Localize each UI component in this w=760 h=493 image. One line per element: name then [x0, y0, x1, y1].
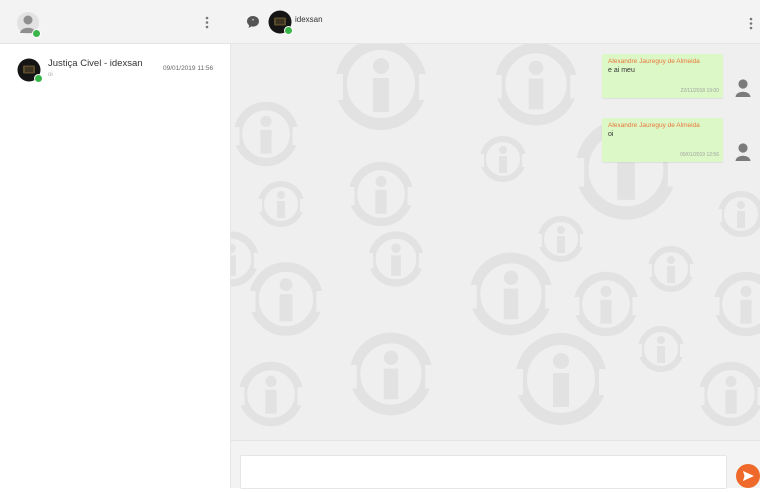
message-author: Alexandre Jaureguy de Almeida	[608, 58, 700, 65]
kebab-vertical-icon	[205, 16, 209, 29]
send-button[interactable]	[736, 464, 760, 488]
conversation-name: Justiça Civel - idexsan	[48, 58, 143, 69]
message-composer	[231, 440, 760, 489]
message-author: Alexandre Jaureguy de Almeida	[608, 122, 700, 129]
conversation-item[interactable]: Justiça Civel - idexsan oi 09/01/2019 11…	[0, 48, 231, 90]
sidebar-header	[0, 0, 231, 44]
online-status-icon	[284, 26, 293, 35]
conversation-sidebar: Justiça Civel - idexsan oi 09/01/2019 11…	[0, 0, 231, 488]
person-silhouette-icon	[735, 79, 751, 97]
message-text: oi	[608, 131, 614, 138]
chat-contact-avatar[interactable]	[268, 10, 293, 35]
kebab-vertical-icon	[749, 17, 753, 30]
message-timestamp: 09/01/2019 12:56	[680, 152, 719, 158]
conversation-timestamp: 09/01/2019 11:56	[163, 65, 214, 72]
chat-panel: " idexsan Alexandre Jaureguy de Almeida …	[231, 0, 760, 489]
person-silhouette-icon	[735, 143, 751, 161]
conversation-last-message: oi	[48, 72, 53, 78]
user-avatar[interactable]	[16, 11, 41, 38]
online-status-icon	[32, 29, 41, 38]
svg-text:": "	[252, 19, 254, 25]
online-status-icon	[34, 74, 43, 83]
message-bubble[interactable]: Alexandre Jaureguy de Almeida e ai meu 2…	[602, 54, 723, 98]
chat-header: " idexsan	[231, 0, 760, 44]
chat-title: idexsan	[295, 15, 323, 24]
conversation-avatar	[17, 58, 43, 83]
chat-bubble-icon[interactable]: "	[246, 15, 260, 34]
message-timestamp: 22/11/2018 19:00	[680, 88, 719, 94]
chat-menu-button[interactable]	[749, 17, 753, 32]
message-text: e ai meu	[608, 67, 635, 74]
send-arrow-icon	[743, 471, 754, 481]
sidebar-menu-button[interactable]	[205, 16, 209, 31]
message-area[interactable]: Alexandre Jaureguy de Almeida e ai meu 2…	[231, 44, 760, 440]
message-input[interactable]	[240, 455, 727, 489]
logo-pattern-background	[231, 44, 760, 440]
message-bubble[interactable]: Alexandre Jaureguy de Almeida oi 09/01/2…	[602, 118, 723, 162]
